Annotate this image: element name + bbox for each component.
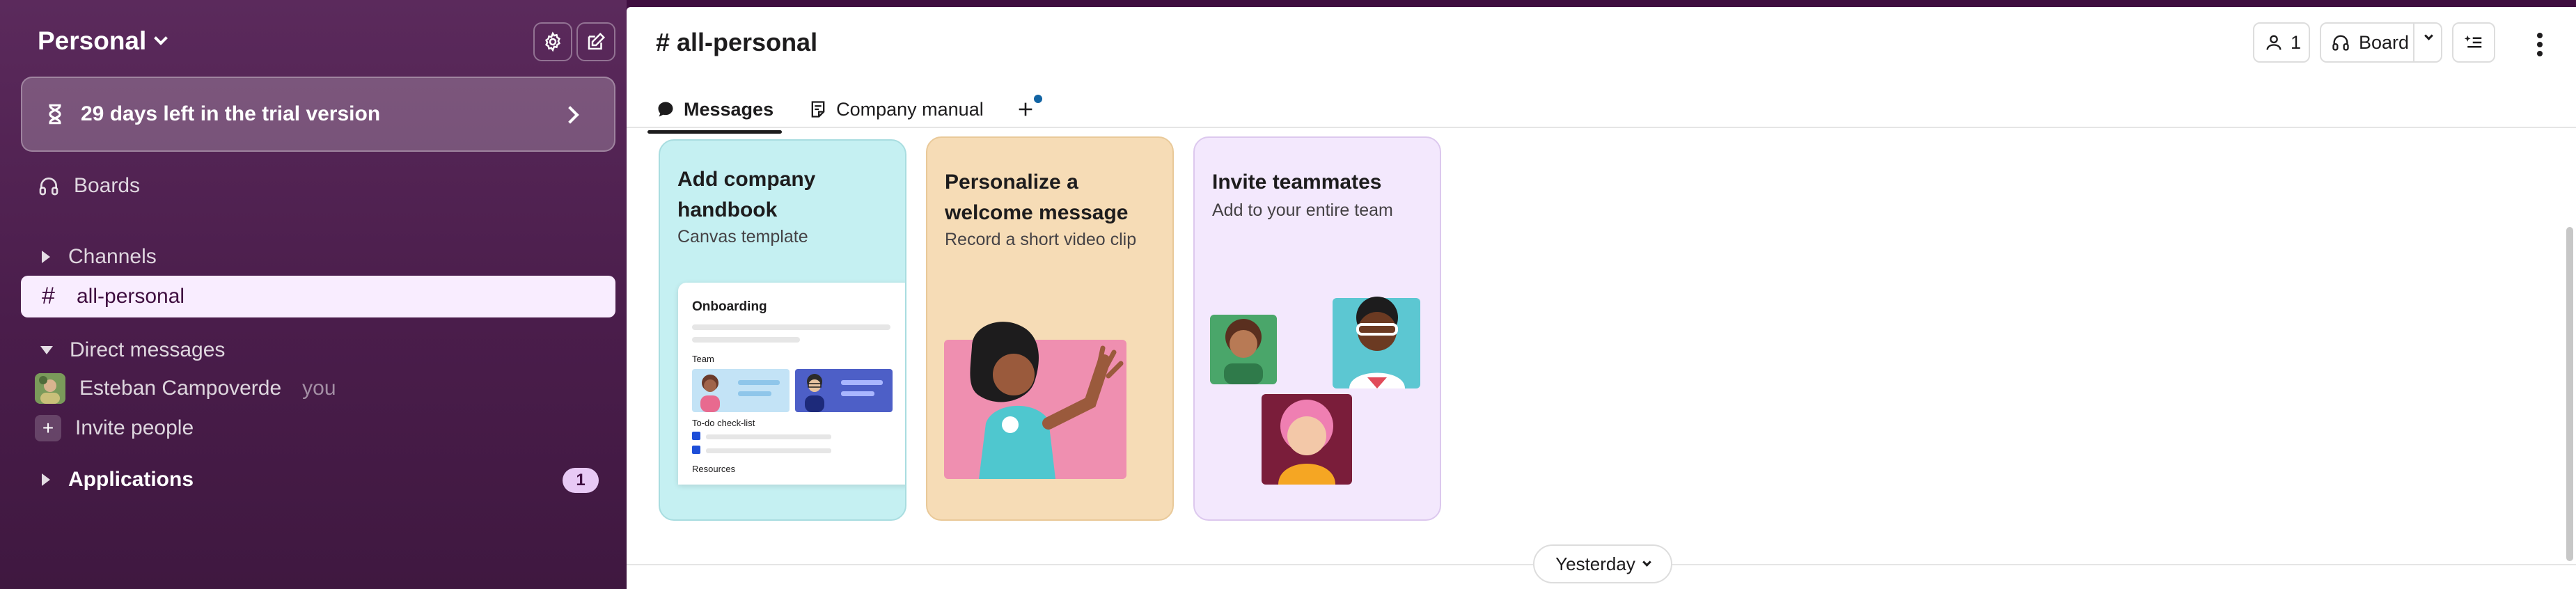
- channel-label: all-personal: [77, 285, 185, 308]
- card-title: Invite teammates: [1212, 171, 1382, 194]
- trial-banner[interactable]: 29 days left in the trial version: [21, 77, 615, 152]
- chevron-down-icon[interactable]: [2424, 31, 2433, 40]
- more-options-button[interactable]: [2534, 32, 2545, 61]
- caret-down-icon: [40, 346, 53, 354]
- applications-badge: 1: [563, 468, 599, 493]
- preview-resources-label: Resources: [692, 464, 736, 474]
- preview-todo-label: To-do check-list: [692, 418, 755, 428]
- direct-messages-section-toggle[interactable]: Direct messages: [38, 338, 225, 362]
- notification-dot: [1033, 95, 1042, 103]
- person-icon: [2266, 35, 2282, 50]
- compose-button[interactable]: [576, 22, 615, 61]
- card-invite-teammates[interactable]: Invite teammates Add to your entire team: [1193, 136, 1441, 521]
- card-title: Personalize a welcome message: [945, 171, 1129, 224]
- kebab-menu-icon: [2537, 33, 2543, 56]
- workspace-switcher[interactable]: Personal: [38, 26, 168, 56]
- invite-people-button[interactable]: + Invite people: [35, 415, 194, 441]
- tab-label: Company manual: [836, 98, 984, 120]
- tab-label: Messages: [684, 98, 774, 120]
- plus-icon: [1019, 102, 1032, 116]
- caret-right-icon: [42, 251, 50, 263]
- card-subtitle: Add to your entire team: [1212, 201, 1393, 220]
- channel-summary-button[interactable]: [2452, 22, 2495, 63]
- avatar: [35, 373, 65, 404]
- hash-icon: #: [42, 283, 55, 309]
- caret-right-icon: [42, 473, 50, 486]
- settings-button[interactable]: [533, 22, 572, 61]
- scrollbar[interactable]: [2566, 227, 2573, 561]
- card-title: Add company handbook: [677, 168, 816, 221]
- invite-label: Invite people: [75, 416, 194, 439]
- date-label: Yesterday: [1555, 553, 1635, 574]
- plus-icon: +: [35, 415, 61, 441]
- welcome-illustration: [944, 322, 1126, 479]
- board-button[interactable]: Board: [2320, 22, 2442, 63]
- chevron-down-icon: [1642, 557, 1651, 567]
- dm-item-self[interactable]: Esteban Campoverde you: [35, 373, 336, 404]
- applications-section-toggle[interactable]: Applications: [38, 468, 194, 492]
- board-label: Board: [2359, 31, 2410, 53]
- teammates-illustration: [1210, 297, 1420, 485]
- preview-team-label: Team: [692, 354, 714, 364]
- members-count: 1: [2291, 31, 2302, 53]
- placeholder-line: [706, 448, 831, 453]
- headphones-icon: [39, 178, 58, 196]
- placeholder-line: [692, 324, 890, 330]
- channels-label: Channels: [68, 245, 157, 268]
- applications-label: Applications: [68, 468, 194, 491]
- sidebar: Personal 29 days left in the trial versi…: [0, 0, 627, 589]
- canvas-preview: Onboarding Team To-do check-list Resourc…: [678, 283, 905, 485]
- team-card-right: [795, 369, 893, 412]
- gear-icon: [545, 31, 560, 52]
- channels-section-toggle[interactable]: Channels: [38, 245, 157, 269]
- direct-messages-label: Direct messages: [70, 338, 226, 361]
- members-button[interactable]: 1: [2253, 22, 2310, 63]
- date-divider-button[interactable]: Yesterday: [1533, 544, 1672, 583]
- placeholder-line: [692, 337, 800, 343]
- trial-text: 29 days left in the trial version: [81, 102, 381, 125]
- card-subtitle: Record a short video clip: [945, 230, 1137, 249]
- sidebar-item-label: Boards: [74, 174, 141, 197]
- dm-user-name: Esteban Campoverde: [79, 377, 282, 400]
- card-subtitle: Canvas template: [677, 227, 808, 246]
- tabs-divider: [627, 127, 2576, 128]
- placeholder-line: [706, 434, 831, 439]
- sidebar-item-all-personal[interactable]: # all-personal: [21, 276, 615, 317]
- channel-view: # all-personal 1 Board Messages Company …: [627, 7, 2576, 589]
- card-add-company-handbook[interactable]: Add company handbook Canvas template Onb…: [659, 139, 906, 521]
- chevron-right-icon: [561, 106, 579, 124]
- dm-user-suffix: you: [302, 377, 336, 400]
- sidebar-item-boards[interactable]: Boards: [38, 174, 140, 198]
- hourglass-icon: [49, 104, 61, 125]
- compose-icon: [588, 32, 606, 50]
- headphones-icon: [2332, 35, 2349, 51]
- workspace-name: Personal: [38, 26, 147, 55]
- preview-heading: Onboarding: [692, 299, 767, 314]
- list-sparkle-icon: [2464, 36, 2482, 48]
- checkbox-icon: [692, 446, 700, 454]
- checkbox-icon: [692, 432, 700, 440]
- message-bubble-icon: [658, 102, 673, 117]
- chevron-down-icon: [154, 31, 168, 45]
- card-personalize-welcome[interactable]: Personalize a welcome message Record a s…: [926, 136, 1174, 521]
- team-card-left: [692, 369, 790, 412]
- button-divider: [2413, 24, 2414, 61]
- channel-title[interactable]: # all-personal: [656, 28, 817, 57]
- canvas-doc-icon: [811, 101, 825, 118]
